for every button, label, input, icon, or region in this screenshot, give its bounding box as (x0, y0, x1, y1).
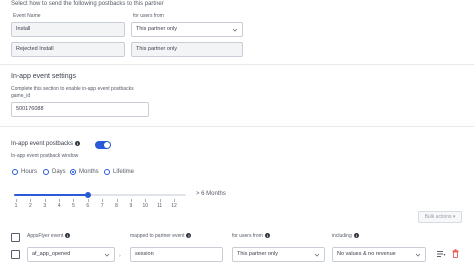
slider-tick (130, 199, 132, 202)
bulk-actions-button[interactable]: Bulk actions ▾ (418, 211, 462, 223)
slider-tick-label: 7 (100, 203, 104, 209)
slider-tick-label: 9 (129, 203, 133, 209)
info-icon: i (65, 233, 71, 239)
inapp-postbacks-title: In-app event postbacks (11, 141, 74, 148)
row-checkbox[interactable] (11, 250, 20, 259)
slider-tick (145, 199, 147, 202)
delete-icon[interactable] (452, 249, 459, 258)
rejected-install-event-field: Rejected Install (11, 42, 125, 57)
slider-tick-label: 1 (14, 203, 18, 209)
slider-tick (87, 199, 89, 202)
mapping-arrow-icon: › (119, 253, 121, 259)
col-mapped-partner-event: mapped to partner event i (130, 233, 192, 239)
slider-max-label: > 6 Months (196, 191, 226, 197)
slider-tick (44, 199, 46, 202)
divider (0, 126, 474, 127)
chevron-down-icon (232, 28, 238, 32)
chevron-down-icon (415, 253, 421, 257)
including-value: No values & no revenue (337, 251, 396, 257)
slider-thumb[interactable] (84, 192, 91, 198)
appsflyer-event-value: af_app_opened (32, 251, 71, 257)
info-icon: i (186, 233, 192, 239)
chevron-down-icon: ▾ (452, 214, 456, 220)
partner-event-input[interactable]: session (130, 247, 223, 262)
slider-fill (14, 194, 88, 196)
info-icon: i (75, 141, 81, 146)
game-id-input[interactable]: 500176088 (11, 102, 149, 117)
col-appsflyer-event: AppsFlyer event i (27, 233, 71, 239)
slider-tick-label: 12 (171, 203, 177, 209)
slider-tick-label: 4 (57, 203, 61, 209)
postback-window-label: In-app event postback window (11, 153, 79, 159)
col-appsflyer-event-label: AppsFlyer event (27, 233, 64, 239)
postbacks-toggle[interactable] (95, 141, 111, 149)
col-users-from-label: for users from (232, 233, 263, 239)
divider (0, 64, 474, 65)
radio-hours[interactable] (12, 169, 18, 175)
including-select[interactable]: No values & no revenue (332, 247, 426, 262)
toggle-knob (104, 142, 110, 148)
radio-months[interactable] (70, 169, 76, 175)
install-event-field: Install (11, 22, 125, 37)
slider-tick-area: 1 2 3 4 5 6 7 8 9 10 11 12 (14, 199, 186, 209)
slider-tick-label: 10 (142, 203, 149, 209)
radio-months-label: Months (79, 169, 99, 175)
slider-tick (30, 199, 32, 202)
col-including: including i (332, 233, 359, 239)
game-id-label: game_id (11, 93, 31, 99)
install-users-from-select[interactable]: This partner only (131, 22, 243, 37)
inapp-settings-title: In-app event settings (11, 73, 76, 80)
info-icon: i (264, 233, 270, 239)
select-all-checkbox[interactable] (11, 233, 20, 242)
slider-tick (16, 199, 17, 202)
radio-hours-label: Hours (21, 169, 38, 175)
slider-tick (59, 199, 61, 202)
bulk-actions-label: Bulk actions (424, 214, 452, 220)
row-users-from-value: This partner only (237, 251, 278, 257)
inapp-postbacks-title-row: In-app event postbacks i (11, 141, 81, 148)
event-name-header: Event Name (13, 13, 41, 19)
postbacks-instruction: Select how to send the following postbac… (11, 1, 164, 7)
chevron-down-icon (104, 253, 110, 257)
slider-tick (174, 199, 175, 202)
row-options-icon[interactable] (437, 250, 446, 258)
radio-days[interactable] (43, 169, 49, 175)
appsflyer-event-select[interactable]: af_app_opened (27, 247, 115, 262)
slider-tick-label: 3 (43, 203, 47, 209)
slider-tick-label: 6 (86, 203, 90, 209)
radio-days-label: Days (52, 169, 66, 175)
slider-tick (159, 199, 161, 202)
postback-window-slider[interactable]: 1 2 3 4 5 6 7 8 9 10 11 12 (14, 192, 186, 209)
col-users-from: for users from i (232, 233, 270, 239)
slider-tick (73, 199, 75, 202)
slider-tick (102, 199, 104, 202)
slider-tick-label: 8 (115, 203, 118, 209)
radio-lifetime-label: Lifetime (113, 169, 135, 175)
slider-tick-label: 11 (157, 203, 163, 209)
row-users-from-select[interactable]: This partner only (232, 247, 325, 262)
install-users-from-value: This partner only (136, 26, 177, 32)
inapp-settings-help: Complete this section to enable in-app e… (11, 86, 134, 92)
slider-tick-label: 2 (28, 203, 32, 209)
col-mapped-label: mapped to partner event (130, 233, 185, 239)
radio-lifetime[interactable] (104, 169, 110, 175)
info-icon: i (353, 233, 359, 239)
chevron-down-icon (314, 253, 320, 257)
users-from-header: for users from (133, 13, 164, 19)
slider-tick (116, 199, 118, 202)
col-including-label: including (332, 233, 352, 239)
slider-tick-label: 5 (72, 203, 75, 209)
rejected-install-users-from-field: This partner only (131, 42, 243, 57)
